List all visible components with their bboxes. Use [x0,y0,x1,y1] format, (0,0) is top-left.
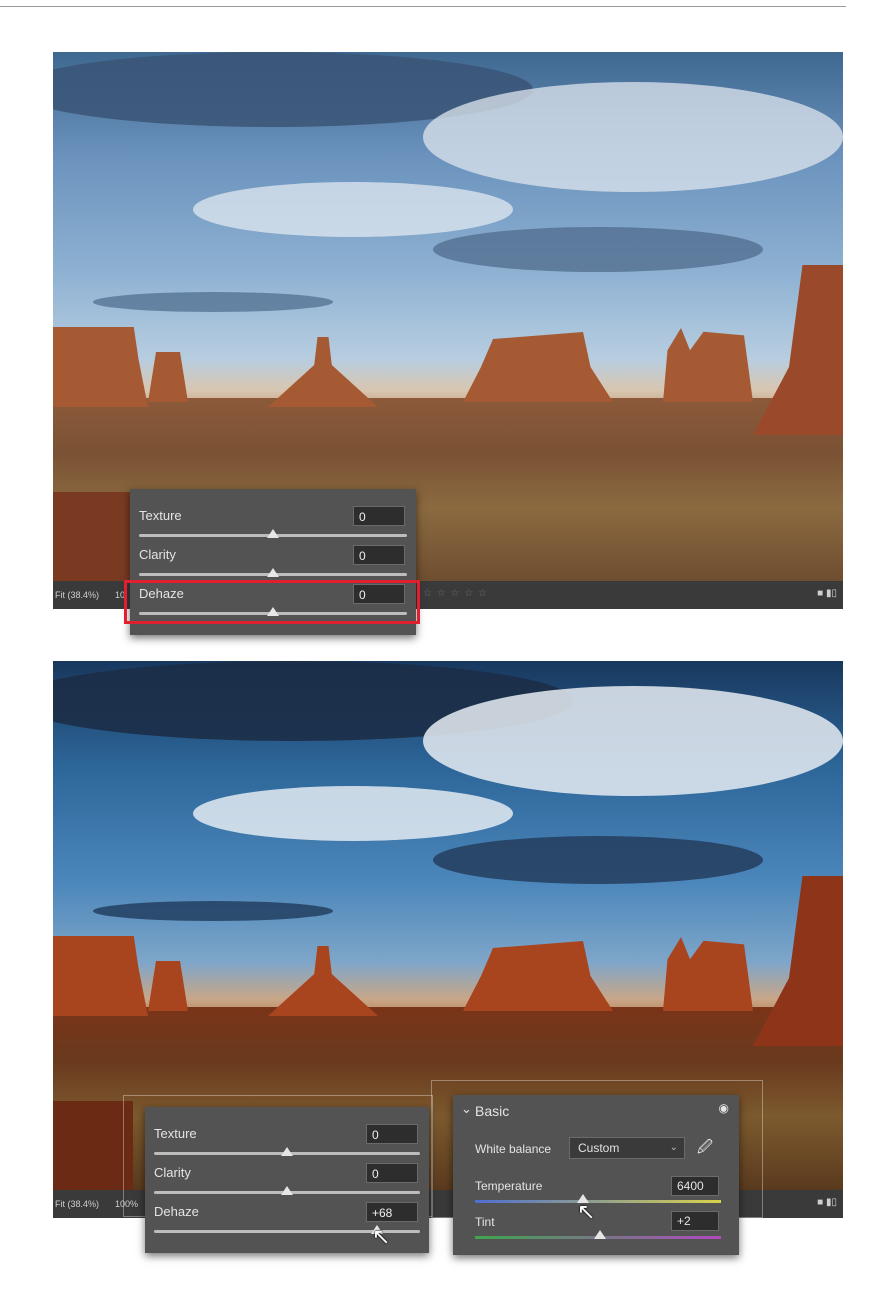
white-balance-value: Custom [578,1141,620,1155]
clarity-slider-thumb[interactable] [281,1186,293,1195]
temperature-slider-track[interactable] [475,1200,721,1203]
texture-slider-thumb[interactable] [267,529,279,538]
zoom-100[interactable]: 100% [115,1199,138,1209]
temperature-value-field[interactable]: 6400 [671,1176,719,1196]
temperature-label: Temperature [475,1179,543,1193]
clarity-row: Clarity 0 [145,1163,429,1201]
texture-label: Texture [154,1126,197,1141]
white-balance-select[interactable]: Custom ⌄ [569,1137,685,1159]
mouse-cursor-icon: ↖ [372,1224,391,1249]
tint-value-field[interactable]: +2 [671,1211,719,1231]
zoom-level[interactable]: Fit (38.4%) [55,1199,99,1209]
dehaze-value-field[interactable]: +68 [366,1202,418,1222]
texture-slider-thumb[interactable] [281,1147,293,1156]
dehaze-highlight-box [124,580,420,624]
eye-icon[interactable]: ◉ [719,1101,729,1115]
chevron-down-icon: ⌄ [669,1142,678,1153]
basic-panel-title[interactable]: Basic [475,1103,509,1119]
texture-row: Texture 0 [130,506,416,544]
clarity-label: Clarity [154,1165,191,1180]
white-balance-label: White balance [475,1142,552,1156]
clarity-row: Clarity 0 [130,545,416,583]
chevron-down-icon[interactable]: ⌄ [461,1101,472,1117]
zoom-level[interactable]: Fit (38.4%) [55,590,99,600]
basic-panel: ⌄ Basic ◉ White balance Custom ⌄ 🖉 Tempe… [453,1095,739,1255]
tint-label: Tint [475,1215,495,1229]
tint-slider-thumb[interactable] [594,1230,607,1239]
dehaze-label: Dehaze [154,1204,199,1219]
clarity-value-field[interactable]: 0 [366,1163,418,1183]
eyedropper-icon[interactable]: 🖉 [697,1137,713,1162]
view-mode-icon[interactable]: ■ ▮▯ [817,1197,837,1208]
clarity-label: Clarity [139,547,176,562]
top-rule [0,6,846,7]
texture-value-field[interactable]: 0 [366,1124,418,1144]
texture-label: Texture [139,508,182,523]
texture-value-field[interactable]: 0 [353,506,405,526]
clarity-value-field[interactable]: 0 [353,545,405,565]
rating-stars[interactable]: ☆ ☆ ☆ ☆ ☆ [423,588,488,599]
texture-row: Texture 0 [145,1124,429,1162]
clarity-slider-thumb[interactable] [267,568,279,577]
view-mode-icon[interactable]: ■ ▮▯ [817,588,837,599]
mouse-cursor-icon: ↖ [577,1199,596,1224]
